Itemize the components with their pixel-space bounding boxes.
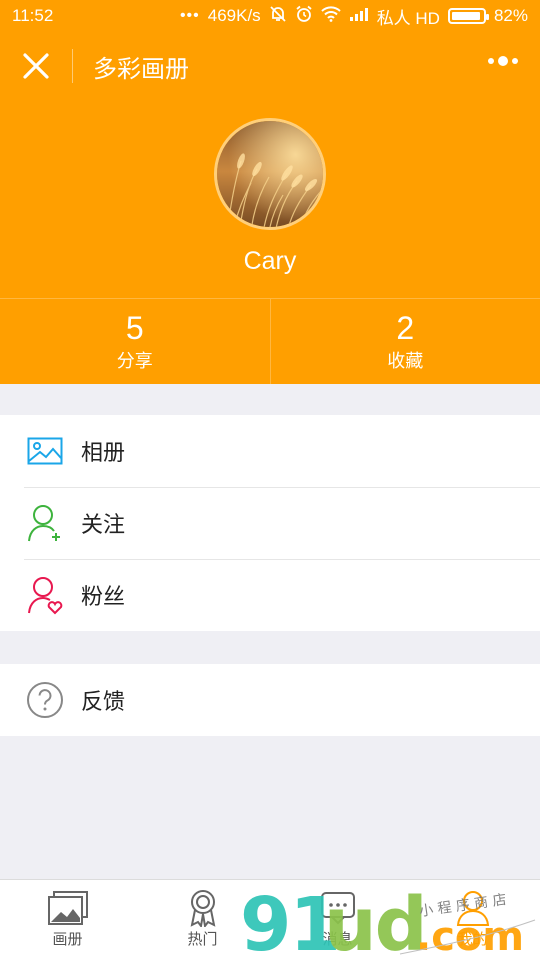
fans-heart-icon	[26, 576, 64, 615]
gallery-icon	[47, 890, 88, 926]
avatar[interactable]	[214, 118, 326, 230]
close-icon	[23, 53, 49, 79]
avatar-image	[217, 121, 323, 227]
menu-item-fans[interactable]: 粉丝	[0, 559, 540, 631]
menu-item-follow[interactable]: 关注	[0, 487, 540, 559]
alarm-icon	[295, 5, 313, 28]
tab-hot[interactable]: 热门	[135, 880, 270, 960]
stat-share-label: 分享	[116, 350, 153, 371]
tab-bar: 画册 热门 消息 我的	[0, 879, 540, 960]
menu-item-follow-label: 关注	[81, 512, 126, 537]
tab-gallery-label: 画册	[52, 931, 83, 948]
follow-user-icon	[26, 504, 64, 542]
carrier-label: 私人 HD	[376, 8, 440, 28]
stat-favorites-label: 收藏	[387, 350, 424, 371]
nav-divider	[72, 49, 73, 83]
battery-icon	[447, 8, 489, 24]
more-notifications-icon: •••	[179, 7, 200, 24]
profile-section: Cary	[0, 100, 540, 298]
menu-group-main: 相册 关注 粉丝	[0, 415, 540, 631]
tab-hot-label: 热门	[187, 931, 218, 948]
mute-bell-icon	[269, 5, 287, 28]
more-button[interactable]	[488, 56, 518, 66]
signal-icon	[349, 6, 369, 27]
more-dots-icon	[488, 58, 494, 64]
menu-item-album-label: 相册	[81, 440, 126, 465]
menu-item-album[interactable]: 相册	[0, 415, 540, 487]
battery-percent: 82%	[493, 6, 528, 25]
menu-item-feedback-label: 反馈	[81, 689, 126, 714]
menu-group-support: 反馈	[0, 664, 540, 736]
menu-item-fans-label: 粉丝	[81, 584, 126, 609]
stat-favorites[interactable]: 2 收藏	[269, 299, 540, 384]
album-icon	[26, 432, 64, 470]
close-button[interactable]	[0, 32, 72, 100]
status-bar: 11:52 ••• 469K/s 私人 HD 82%	[0, 0, 540, 32]
stat-share[interactable]: 5 分享	[0, 299, 270, 384]
username: Cary	[243, 247, 297, 275]
stats-bar: 5 分享 2 收藏	[0, 298, 540, 384]
tab-mine[interactable]: 我的	[405, 880, 540, 960]
status-time: 11:52	[12, 6, 54, 25]
question-icon	[26, 681, 64, 719]
user-icon	[453, 890, 493, 926]
navbar: 多彩画册	[0, 32, 540, 100]
tab-gallery[interactable]: 画册	[0, 880, 135, 960]
status-indicators: ••• 469K/s 私人 HD 82%	[180, 4, 528, 29]
network-speed: 469K/s	[207, 6, 261, 25]
stat-favorites-count: 2	[396, 309, 415, 346]
tab-messages-label: 消息	[322, 931, 353, 948]
header: 11:52 ••• 469K/s 私人 HD 82% 多彩画册 Cary 5 分…	[0, 0, 540, 384]
message-icon	[318, 890, 358, 926]
tab-messages[interactable]: 消息	[270, 880, 405, 960]
tab-mine-label: 我的	[457, 931, 488, 948]
award-icon	[183, 890, 223, 927]
wifi-icon	[320, 5, 341, 27]
menu-item-feedback[interactable]: 反馈	[0, 664, 540, 736]
stat-share-count: 5	[125, 309, 144, 346]
page-title: 多彩画册	[93, 55, 189, 83]
